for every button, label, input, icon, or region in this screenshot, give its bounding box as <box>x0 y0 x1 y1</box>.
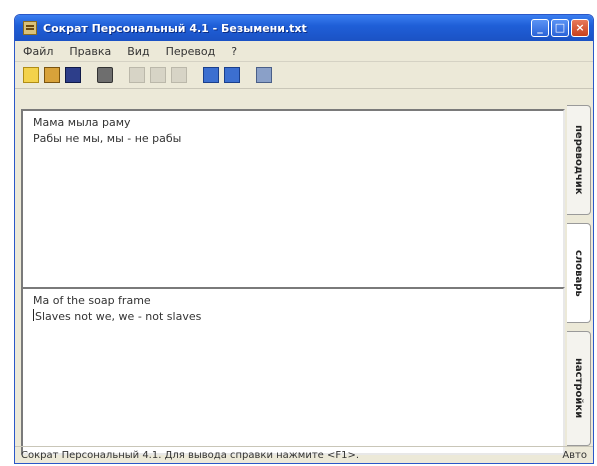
tab-dictionary[interactable]: словарь <box>567 223 591 323</box>
app-window: Сократ Персональный 4.1 - Безымени.txt _… <box>14 14 594 464</box>
open-file-icon[interactable] <box>44 67 60 83</box>
tab-settings[interactable]: настройки <box>567 331 591 446</box>
menu-help[interactable]: ? <box>229 45 239 58</box>
maximize-button[interactable]: □ <box>551 19 569 37</box>
help-icon[interactable] <box>256 67 272 83</box>
copy-icon[interactable] <box>150 67 166 83</box>
print-icon[interactable] <box>97 67 113 83</box>
menu-translate[interactable]: Перевод <box>164 45 218 58</box>
menu-bar: Файл Правка Вид Перевод ? <box>15 41 593 62</box>
new-file-icon[interactable] <box>23 67 39 83</box>
tab-dictionary-label: словарь <box>573 249 584 297</box>
translation-line: Slaves not we, we - not slaves <box>35 310 202 323</box>
source-line: Рабы не мы, мы - не рабы <box>33 132 182 145</box>
status-mode: Авто <box>562 449 587 461</box>
tab-settings-label: настройки <box>573 358 584 419</box>
title-bar[interactable]: Сократ Персональный 4.1 - Безымени.txt _… <box>15 15 593 41</box>
window-title: Сократ Персональный 4.1 - Безымени.txt <box>43 21 307 35</box>
source-line: Мама мыла раму <box>33 116 131 129</box>
window-controls: _ □ × <box>531 19 589 37</box>
tab-translator-label: переводчик <box>573 125 584 195</box>
toolbar-separator <box>192 67 198 83</box>
toolbar-separator <box>118 67 124 83</box>
status-bar: Сократ Персональный 4.1. Для вывода спра… <box>15 446 593 463</box>
cut-icon[interactable] <box>129 67 145 83</box>
menu-edit[interactable]: Правка <box>67 45 113 58</box>
side-tabs: переводчик словарь настройки <box>565 105 593 450</box>
translate-icon[interactable] <box>203 67 219 83</box>
translation-line: Ma of the soap frame <box>33 294 151 307</box>
dictionary-icon[interactable] <box>224 67 240 83</box>
tab-translator[interactable]: переводчик <box>567 105 591 215</box>
menu-file[interactable]: Файл <box>21 45 55 58</box>
minimize-button[interactable]: _ <box>531 19 549 37</box>
status-text: Сократ Персональный 4.1. Для вывода спра… <box>21 449 360 461</box>
toolbar-separator <box>245 67 251 83</box>
text-cursor <box>33 309 34 321</box>
app-icon <box>23 21 37 35</box>
translation-line-cursor: Slaves not we, we - not slaves <box>33 309 553 325</box>
save-icon[interactable] <box>65 67 81 83</box>
source-text-area[interactable]: Мама мыла раму Рабы не мы, мы - не рабы <box>21 109 565 291</box>
menu-view[interactable]: Вид <box>125 45 151 58</box>
toolbar-separator <box>86 67 92 83</box>
close-button[interactable]: × <box>571 19 589 37</box>
translation-text-area[interactable]: Ma of the soap frame Slaves not we, we -… <box>21 287 565 455</box>
toolbar <box>15 62 593 89</box>
paste-icon[interactable] <box>171 67 187 83</box>
